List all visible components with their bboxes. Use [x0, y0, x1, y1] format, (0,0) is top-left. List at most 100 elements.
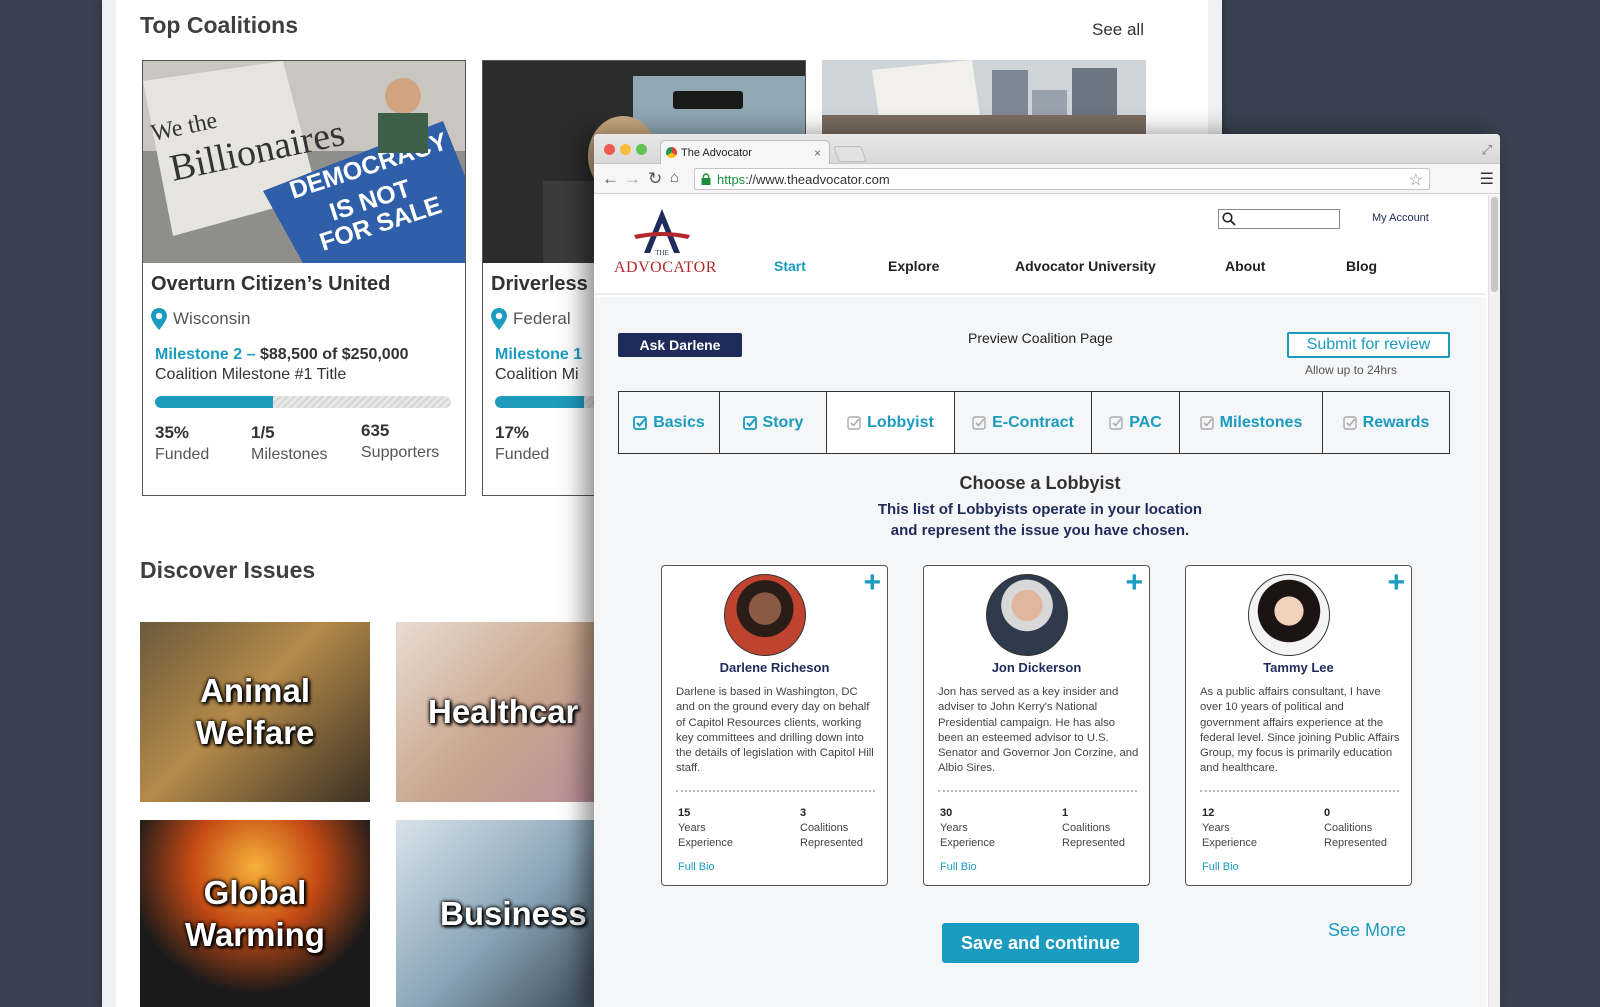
add-lobbyist-plus-icon[interactable]: + — [1387, 568, 1405, 598]
tab-e-contract[interactable]: E-Contract — [955, 392, 1092, 453]
browser-toolbar: ← → ↻ ⌂ https://www.theadvocator.com ☆ ☰ — [594, 164, 1500, 194]
funding-progress-bar — [155, 396, 451, 408]
search-icon — [1222, 212, 1236, 226]
years-experience: 15 Years Experience — [678, 807, 734, 849]
discover-issues-title: Discover Issues — [140, 557, 316, 583]
location-pin-icon — [491, 308, 507, 330]
tab-rewards[interactable]: Rewards — [1323, 392, 1449, 453]
checkbox-icon — [847, 415, 861, 430]
close-window-button[interactable] — [604, 144, 615, 155]
new-tab-button[interactable] — [833, 146, 867, 162]
top-coalitions-title: Top Coalitions — [140, 12, 299, 38]
reload-icon[interactable]: ↻ — [648, 169, 662, 189]
issue-tile-business[interactable]: Business — [396, 820, 626, 1007]
stat-milestones: 1/5 Milestones — [251, 423, 328, 463]
years-experience: 30 Years Experience — [940, 807, 996, 849]
issue-tile-animal-welfare[interactable]: Animal Welfare — [140, 622, 370, 802]
browser-menu-icon[interactable]: ☰ — [1480, 169, 1494, 189]
maximize-window-button[interactable] — [636, 144, 647, 155]
full-bio-link[interactable]: Full Bio — [1202, 861, 1239, 873]
checkbox-icon — [972, 415, 986, 430]
checkbox-icon — [1199, 415, 1214, 430]
coalition-card[interactable]: Billionaires We the DEMOCRACY IS NOT FOR… — [142, 60, 466, 496]
choose-lobbyist-title: Choose a Lobbyist — [959, 473, 1121, 493]
lobbyist-card[interactable]: + Jon Dickerson Jon has served as a key … — [923, 565, 1150, 886]
checkbox-icon — [1109, 415, 1123, 430]
save-and-continue-button[interactable]: Save and continue — [942, 923, 1139, 963]
coalitions-represented: 1 Coalitions Represented — [1062, 807, 1125, 849]
stat-funded: 35% Funded — [155, 423, 210, 463]
my-account-link[interactable]: My Account — [1372, 212, 1429, 224]
milestone-title: Coalition Milestone #1 Title — [155, 366, 347, 383]
add-lobbyist-plus-icon[interactable]: + — [863, 568, 881, 598]
choose-lobbyist-subtitle: This list of Lobbyists operate in your l… — [877, 501, 1203, 539]
ask-darlene-button[interactable]: Ask Darlene — [618, 333, 742, 357]
preview-coalition-link[interactable]: Preview Coalition Page — [968, 330, 1113, 346]
advocator-logo[interactable]: THE ADVOCATOR — [614, 207, 716, 277]
tab-title: The Advocator — [681, 147, 752, 159]
coalition-location: Wisconsin — [173, 309, 251, 328]
address-bar[interactable]: https://www.theadvocator.com ☆ — [694, 168, 1430, 190]
stat-supporters: 635 Supporters — [361, 421, 440, 461]
lock-icon — [701, 173, 711, 185]
nav-blog[interactable]: Blog — [1346, 258, 1377, 274]
coalition-builder: Ask Darlene Preview Coalition Page Submi… — [594, 297, 1486, 1007]
issue-tile-global-warming[interactable]: Global Warming — [140, 820, 370, 1007]
nav-explore[interactable]: Explore — [888, 258, 939, 274]
browser-tab[interactable]: The Advocator × — [660, 140, 830, 165]
coalitions-represented: 3 Coalitions Represented — [800, 807, 863, 849]
milestone-amount: $88,500 of $250,000 — [259, 346, 409, 363]
tab-milestones[interactable]: Milestones — [1180, 392, 1323, 453]
page-scrollbar[interactable] — [1488, 195, 1500, 1007]
search-input[interactable] — [1218, 209, 1340, 229]
lobbyist-name: Jon Dickerson — [991, 660, 1082, 675]
lobbyist-bio: As a public affairs consultant, I have o… — [1200, 686, 1400, 775]
lobbyist-name: Darlene Richeson — [719, 660, 830, 675]
lobbyist-card[interactable]: + Darlene Richeson Darlene is based in W… — [661, 565, 888, 886]
avatar — [986, 574, 1068, 656]
tab-pac[interactable]: PAC — [1092, 392, 1180, 453]
milestone-name: Milestone 1 — [495, 346, 583, 363]
issue-tile-healthcare[interactable]: Healthcar — [396, 622, 626, 802]
coalition-image — [822, 60, 1146, 140]
add-lobbyist-plus-icon[interactable]: + — [1125, 568, 1143, 598]
browser-tab-bar: The Advocator × ⤢ — [594, 134, 1500, 165]
nav-advocator-university[interactable]: Advocator University — [1015, 258, 1156, 274]
divider — [1200, 790, 1399, 792]
bookmark-star-icon[interactable]: ☆ — [1409, 170, 1423, 190]
full-bio-link[interactable]: Full Bio — [940, 861, 977, 873]
coalition-card[interactable] — [822, 60, 1146, 140]
coalition-location: Federal — [513, 309, 571, 328]
browser-window: The Advocator × ⤢ ← → ↻ ⌂ https://www.th… — [594, 134, 1500, 1007]
coalitions-represented: 0 Coalitions Represented — [1324, 807, 1387, 849]
checkbox-checked-icon — [633, 415, 648, 430]
nav-start[interactable]: Start — [774, 258, 806, 274]
full-bio-link[interactable]: Full Bio — [678, 861, 715, 873]
tab-story[interactable]: Story — [720, 392, 827, 453]
funding-progress-fill — [495, 396, 584, 408]
see-all-link[interactable]: See all — [1092, 20, 1144, 40]
see-more-link[interactable]: See More — [1328, 920, 1406, 941]
url-text: ://www.theadvocator.com — [745, 172, 890, 187]
tab-lobbyist[interactable]: Lobbyist — [827, 392, 955, 453]
checkbox-checked-icon — [742, 415, 757, 430]
lobbyist-name: Tammy Lee — [1263, 660, 1334, 675]
lobbyist-card[interactable]: + Tammy Lee As a public affairs consulta… — [1185, 565, 1412, 886]
scrollbar-thumb[interactable] — [1491, 197, 1498, 292]
nav-about[interactable]: About — [1225, 258, 1265, 274]
avatar — [724, 574, 806, 656]
funding-progress-fill — [155, 396, 274, 408]
submit-for-review-button[interactable]: Submit for review — [1287, 332, 1450, 358]
coalition-title: Overturn Citizen’s United — [151, 273, 391, 295]
back-arrow-icon[interactable]: ← — [602, 169, 619, 189]
stat-funded: 17% Funded — [495, 423, 550, 463]
minimize-window-button[interactable] — [620, 144, 631, 155]
forward-arrow-icon[interactable]: → — [624, 169, 641, 189]
tab-basics[interactable]: Basics — [619, 392, 720, 453]
checkbox-icon — [1342, 415, 1357, 430]
lobbyist-bio: Darlene is based in Washington, DC and o… — [676, 686, 874, 775]
logo-the-text: THE — [655, 249, 669, 257]
tab-close-icon[interactable]: × — [814, 146, 821, 160]
fullscreen-icon[interactable]: ⤢ — [1482, 142, 1492, 158]
home-icon[interactable]: ⌂ — [670, 169, 679, 186]
